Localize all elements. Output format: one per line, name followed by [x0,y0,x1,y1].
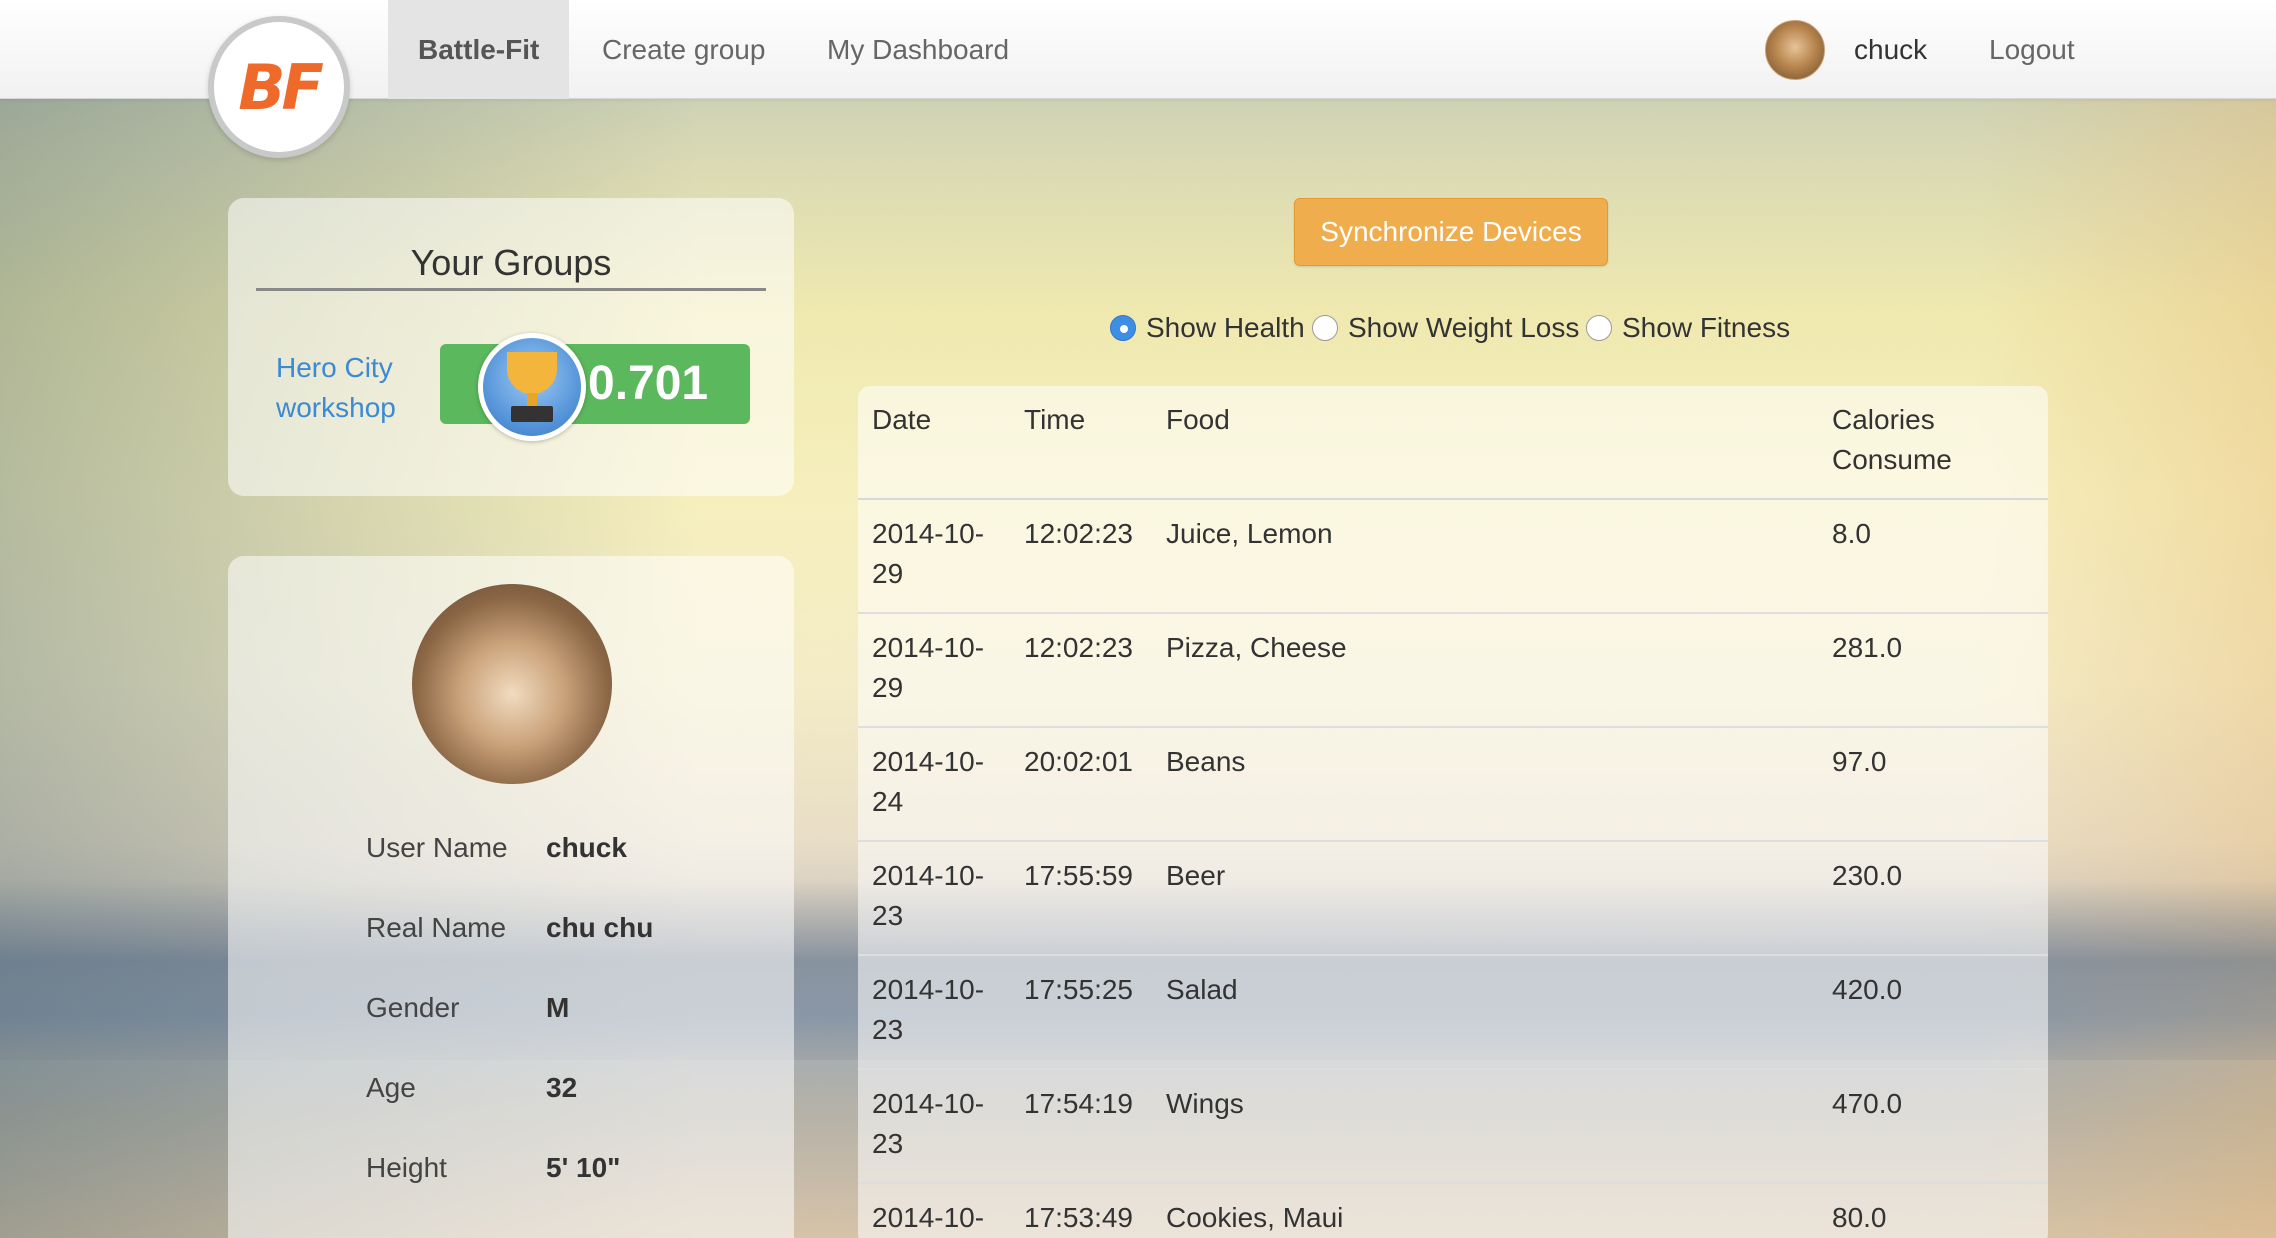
cell-date: 2014-10-24 [858,727,1010,842]
trophy-stem [527,393,537,407]
table-row: 2014-10-24 20:02:01 Beans 97.0 [858,727,2048,842]
radio-label: Show Weight Loss [1348,312,1580,343]
cell-calories: 281.0 [1818,613,2048,728]
table-header-row: Date Time Food Calories Consume [858,386,2048,500]
cell-date: 2014-10-23 [858,1069,1010,1184]
cell-food: Beans [1152,727,1818,842]
cell-food: Pizza, Cheese [1152,613,1818,728]
table-row: 2014-10-23 17:54:19 Wings 470.0 [858,1069,2048,1184]
column-header-food: Food [1152,386,1818,500]
logo-text: BF [238,50,324,124]
cell-time: 17:54:19 [1010,1069,1152,1184]
trophy-base [511,406,553,422]
synchronize-devices-button[interactable]: Synchronize Devices [1294,198,1608,266]
cell-date: 2014-10-23 [858,955,1010,1070]
cell-food: Salad [1152,955,1818,1070]
cell-date: 2014-10-23 [858,841,1010,956]
cell-food: Juice, Lemon [1152,499,1818,614]
radio-button-checked[interactable] [1110,315,1136,341]
profile-value: M [546,992,570,1023]
radio-label: Show Health [1146,312,1305,343]
food-log-table-panel: Date Time Food Calories Consume 2014-10-… [858,386,2048,1238]
trophy-icon [478,333,586,441]
nav-create-group[interactable]: Create group [572,0,795,99]
logout-link[interactable]: Logout [1959,0,2105,99]
cell-date: 2014-10-29 [858,613,1010,728]
nav-battle-fit[interactable]: Battle-Fit [388,0,570,99]
trophy-cup [507,352,557,394]
cell-time: 17:53:49 [1010,1183,1152,1238]
profile-avatar [412,584,612,784]
cell-food: Beer [1152,841,1818,956]
profile-label: Age [366,1072,416,1103]
cell-date: 2014-10- [858,1183,1010,1238]
cell-calories: 97.0 [1818,727,2048,842]
groups-panel: Your Groups Hero City workshop 0.701 [228,198,794,496]
cell-calories: 80.0 [1818,1183,2048,1238]
table-row: 2014-10-29 12:02:23 Juice, Lemon 8.0 [858,499,2048,614]
group-score-value: 0.701 [588,357,709,410]
column-header-date: Date [858,386,1010,500]
profile-label: Gender [366,992,460,1023]
table-row: 2014-10- 17:53:49 Cookies, Maui 80.0 [858,1183,2048,1238]
profile-label: User Name [366,832,508,863]
profile-label: Height [366,1152,447,1183]
cell-time: 12:02:23 [1010,613,1152,728]
food-log-table: Date Time Food Calories Consume 2014-10-… [858,386,2048,1238]
nav-user-avatar[interactable] [1765,20,1825,80]
cell-calories: 470.0 [1818,1069,2048,1184]
cell-time: 17:55:59 [1010,841,1152,956]
profile-value: chu chu [546,912,654,943]
table-row: 2014-10-23 17:55:25 Salad 420.0 [858,955,2048,1070]
cell-calories: 8.0 [1818,499,2048,614]
profile-value: 5' 10" [546,1152,621,1183]
cell-food: Wings [1152,1069,1818,1184]
profile-panel: User Name chuck Real Name chu chu Gender… [228,556,794,1238]
column-header-calories: Calories Consume [1818,386,2048,500]
profile-value: chuck [546,832,627,863]
profile-value: 32 [546,1072,578,1103]
nav-username[interactable]: chuck [1824,0,1957,99]
cell-time: 12:02:23 [1010,499,1152,614]
column-header-time: Time [1010,386,1152,500]
radio-button[interactable] [1586,315,1612,341]
table-row: 2014-10-29 12:02:23 Pizza, Cheese 281.0 [858,613,2048,728]
radio-label: Show Fitness [1622,312,1791,343]
cell-time: 20:02:01 [1010,727,1152,842]
battle-fit-logo[interactable]: BF [208,16,350,158]
cell-date: 2014-10-29 [858,499,1010,614]
cell-calories: 230.0 [1818,841,2048,956]
cell-calories: 420.0 [1818,955,2048,1070]
group-link-hero-city[interactable]: Hero City workshop [276,348,426,428]
nav-my-dashboard[interactable]: My Dashboard [797,0,1039,99]
table-row: 2014-10-23 17:55:59 Beer 230.0 [858,841,2048,956]
radio-button[interactable] [1312,315,1338,341]
cell-time: 17:55:25 [1010,955,1152,1070]
cell-food: Cookies, Maui [1152,1183,1818,1238]
groups-title: Your Groups [256,242,766,291]
profile-label: Real Name [366,912,507,943]
